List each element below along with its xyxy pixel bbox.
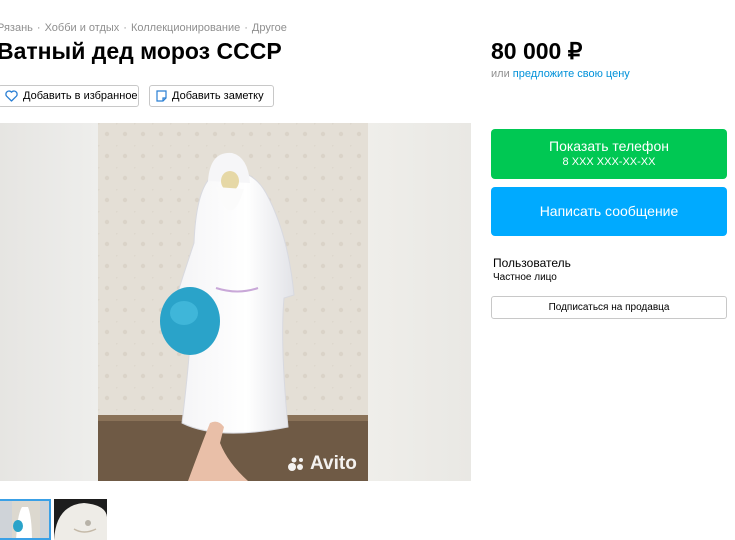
breadcrumb-item-city[interactable]: Рязань: [0, 22, 33, 34]
thumbnail-image: [0, 501, 49, 538]
breadcrumb-item-hobby[interactable]: Хобби и отдых: [45, 22, 120, 34]
add-to-favorites-button[interactable]: Добавить в избранное: [0, 85, 139, 107]
show-phone-label: Показать телефон: [549, 138, 669, 154]
add-note-label: Добавить заметку: [172, 90, 264, 102]
seller-name[interactable]: Пользователь: [493, 256, 571, 270]
thumbnail-image: [54, 499, 107, 540]
seller-type: Частное лицо: [493, 272, 557, 283]
breadcrumb: Рязань · Хобби и отдых · Коллекционирование ·…: [0, 22, 287, 34]
gallery-thumbnail[interactable]: [0, 499, 51, 540]
main-photo[interactable]: [98, 123, 368, 481]
breadcrumb-separator: ·: [36, 22, 41, 34]
gallery-thumbnail[interactable]: [54, 499, 107, 540]
add-note-button[interactable]: Добавить заметку: [149, 85, 274, 107]
avito-logo-icon: [287, 456, 307, 472]
breadcrumb-separator: ·: [244, 22, 248, 34]
phone-mask: 8 XXX XXX-XX-XX: [562, 156, 656, 168]
heart-icon: [5, 90, 18, 102]
breadcrumb-item-other[interactable]: Другое: [252, 22, 287, 34]
note-icon: [156, 90, 167, 102]
write-message-button[interactable]: Написать сообщение: [491, 187, 727, 236]
add-to-favorites-label: Добавить в избранное: [23, 90, 138, 102]
listing-title: Ватный дед мороз СССР: [0, 38, 282, 64]
price-offer: или предложите свою цену: [491, 68, 630, 80]
photo-gallery[interactable]: Avito: [0, 123, 471, 481]
show-phone-button[interactable]: Показать телефон 8 XXX XXX-XX-XX: [491, 129, 727, 179]
breadcrumb-separator: ·: [123, 22, 127, 34]
avito-watermark-text: Avito: [310, 453, 357, 474]
offer-price-link[interactable]: предложите свою цену: [513, 68, 630, 80]
gallery-backdrop-right: [368, 123, 471, 481]
avito-watermark: Avito: [287, 453, 357, 475]
gallery-backdrop-left: [0, 123, 98, 481]
subscribe-seller-button[interactable]: Подписаться на продавца: [491, 296, 727, 319]
listing-price: 80 000 ₽: [491, 38, 583, 64]
price-offer-prefix: или: [491, 68, 510, 80]
breadcrumb-item-collecting[interactable]: Коллекционирование: [131, 22, 240, 34]
